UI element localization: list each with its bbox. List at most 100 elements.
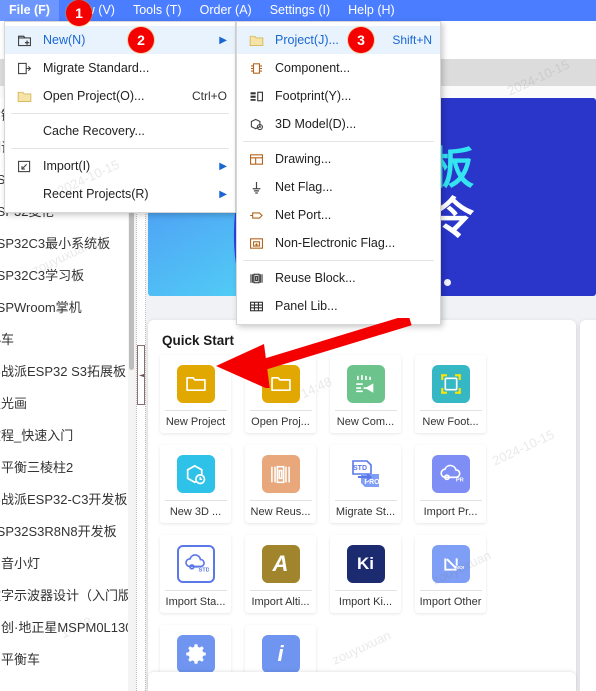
- quick-start-tile-label: Import Pr...: [419, 500, 482, 518]
- menu-separator: [243, 141, 434, 142]
- quick-start-tile[interactable]: Open Proj...: [245, 355, 316, 433]
- menu-item-cache-recovery[interactable]: Cache Recovery...: [5, 117, 235, 145]
- side-panel-right: [580, 320, 596, 691]
- chevron-right-icon: ▶: [219, 34, 227, 46]
- menu-file[interactable]: File (F): [0, 0, 59, 21]
- menu-item-non-electronic-flag[interactable]: Non-Electronic Flag...: [237, 229, 440, 257]
- list-item[interactable]: ESP32S3R8N8开发板: [0, 516, 128, 548]
- svg-text:PRO: PRO: [364, 479, 380, 486]
- carousel-dot[interactable]: [444, 279, 451, 286]
- application-window: 右键菜单 测试ifly ESP32键盘 ESP32麦伦 ESP32C3最小系统板…: [0, 0, 596, 691]
- list-item[interactable]: 国创·地正星MSPM0L1306: [0, 612, 128, 644]
- import-kicad-icon: Ki: [346, 545, 385, 583]
- quick-start-tile[interactable]: PRO Import Pr...: [415, 445, 486, 523]
- list-item[interactable]: ESP32C3学习板: [0, 260, 128, 292]
- folder-icon: [13, 87, 35, 105]
- folder-icon: [245, 31, 267, 49]
- quick-start-tile-label: Import Other: [419, 590, 482, 608]
- quick-start-tile-label: New Reus...: [249, 500, 312, 518]
- menu-item-migrate-standard[interactable]: Migrate Standard...: [5, 54, 235, 82]
- menu-item-label: Component...: [275, 61, 351, 75]
- list-item[interactable]: 实战派ESP32-C3开发板: [0, 484, 128, 516]
- setting-icon: [176, 635, 215, 673]
- new-reuse-block-icon: [261, 455, 300, 493]
- menu-item-label: Net Port...: [275, 208, 332, 222]
- new-file-icon: [13, 31, 35, 49]
- menu-item-footprint-y[interactable]: Footprint(Y)...: [237, 82, 440, 110]
- open-project-icon: [261, 365, 300, 403]
- new-3d-model-icon: [176, 455, 215, 493]
- import-other-icon: MORE: [431, 545, 470, 583]
- quick-start-tile-grid: New Project Open Proj... New Com... New Foo…: [160, 355, 564, 691]
- quick-start-tile[interactable]: New Foot...: [415, 355, 486, 433]
- menu-order[interactable]: Order (A): [191, 0, 261, 21]
- quick-start-tile[interactable]: Ki Import Ki...: [330, 535, 401, 613]
- menu-item-recent-projects-r[interactable]: Recent Projects(R) ▶: [5, 180, 235, 208]
- component-icon: [245, 59, 267, 77]
- menu-item-net-flag[interactable]: Net Flag...: [237, 173, 440, 201]
- panel-title: Quick Start: [162, 333, 235, 348]
- file-menu-popup[interactable]: New(N) ▶ Migrate Standard... Open Project(O…: [4, 21, 236, 213]
- bottom-panel: [148, 672, 576, 691]
- list-item[interactable]: 小车: [0, 324, 128, 356]
- quick-start-tile[interactable]: New Reus...: [245, 445, 316, 523]
- list-item[interactable]: 自平衡三棱柱2: [0, 452, 128, 484]
- quick-start-panel: Quick Start New Project Open Proj... New C…: [148, 320, 576, 691]
- menu-item-drawing[interactable]: Drawing...: [237, 145, 440, 173]
- menu-item-3d-model-d[interactable]: 3D Model(D)...: [237, 110, 440, 138]
- quick-start-tile[interactable]: A Import Alti...: [245, 535, 316, 613]
- menu-item-net-port[interactable]: Net Port...: [237, 201, 440, 229]
- new-footprint-icon: [431, 365, 470, 403]
- menu-item-label: Migrate Standard...: [43, 61, 150, 75]
- import-icon: [13, 157, 35, 175]
- about-icon: i: [261, 635, 300, 673]
- annotation-badge-2: 2: [128, 27, 154, 53]
- menu-item-label: Panel Lib...: [275, 299, 338, 313]
- quick-start-tile[interactable]: New 3D ...: [160, 445, 231, 523]
- list-item[interactable]: 自平衡车: [0, 644, 128, 676]
- list-item[interactable]: 极光画: [0, 388, 128, 420]
- list-item[interactable]: 实战派ESP32 S3拓展板: [0, 356, 128, 388]
- new-submenu-popup[interactable]: Project(J)... Shift+N Component... Footprin…: [236, 21, 441, 325]
- menu-item-new-n[interactable]: New(N) ▶: [5, 26, 235, 54]
- menu-settings[interactable]: Settings (I): [261, 0, 339, 21]
- svg-text:STD: STD: [198, 567, 209, 573]
- svg-text:PRO: PRO: [455, 477, 463, 483]
- quick-start-tile-label: Open Proj...: [249, 410, 312, 428]
- menu-item-label: Cache Recovery...: [43, 124, 145, 138]
- menu-item-project-j[interactable]: Project(J)... Shift+N: [237, 26, 440, 54]
- list-item[interactable]: 教程_快速入门: [0, 420, 128, 452]
- menu-item-label: Non-Electronic Flag...: [275, 236, 396, 250]
- chevron-right-icon: ▶: [219, 160, 227, 172]
- quick-start-tile[interactable]: MORE Import Other: [415, 535, 486, 613]
- quick-start-tile[interactable]: STD Import Sta...: [160, 535, 231, 613]
- reuse-block-icon: [245, 269, 267, 287]
- quick-start-tile-label: New 3D ...: [164, 500, 227, 518]
- new-component-icon: [346, 365, 385, 403]
- list-item[interactable]: 数字示波器设计（入门版）: [0, 580, 128, 612]
- quick-start-tile[interactable]: STD PRO Migrate St...: [330, 445, 401, 523]
- menu-help[interactable]: Help (H): [339, 0, 404, 21]
- menu-item-open-project-o[interactable]: Open Project(O)... Ctrl+O: [5, 82, 235, 110]
- menu-item-label: Open Project(O)...: [43, 89, 145, 103]
- svg-text:STD: STD: [353, 465, 367, 472]
- menu-item-reuse-block[interactable]: Reuse Block...: [237, 264, 440, 292]
- list-item[interactable]: ESPWroom掌机: [0, 292, 128, 324]
- list-item[interactable]: 声音小灯: [0, 548, 128, 580]
- menu-item-shortcut: Ctrl+O: [191, 89, 227, 103]
- annotation-badge-1: 1: [66, 0, 92, 26]
- migrate-standard-icon: STD PRO: [346, 455, 385, 493]
- quick-start-tile[interactable]: New Project: [160, 355, 231, 433]
- list-item[interactable]: ESP32C3最小系统板: [0, 228, 128, 260]
- quick-start-tile-label: Import Alti...: [249, 590, 312, 608]
- panel-splitter-handle[interactable]: [137, 345, 145, 405]
- menu-item-label: Net Flag...: [275, 180, 333, 194]
- menu-item-import-i[interactable]: Import(I) ▶: [5, 152, 235, 180]
- quick-start-tile-label: Import Ki...: [334, 590, 397, 608]
- quick-start-tile[interactable]: New Com...: [330, 355, 401, 433]
- non-electronic-flag-icon: [245, 234, 267, 252]
- menu-item-component[interactable]: Component...: [237, 54, 440, 82]
- menu-item-panel-lib[interactable]: Panel Lib...: [237, 292, 440, 320]
- footprint-icon: [245, 87, 267, 105]
- menu-tools[interactable]: Tools (T): [124, 0, 191, 21]
